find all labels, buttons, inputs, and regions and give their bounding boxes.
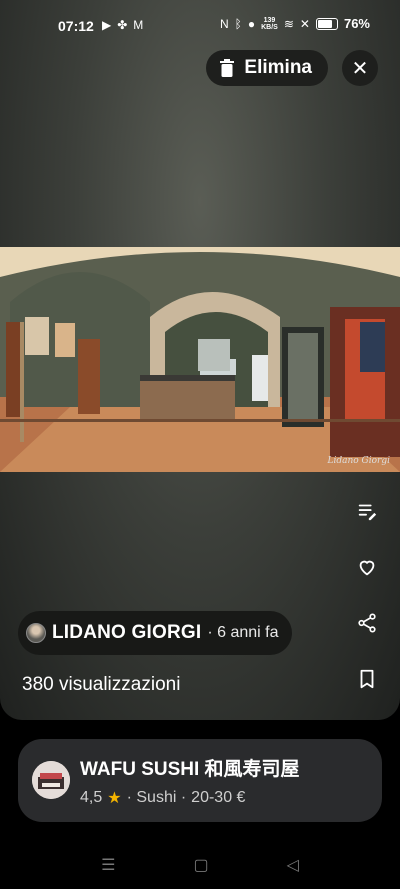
place-thumbnail: [32, 761, 70, 799]
youtube-icon: ▶: [102, 18, 112, 32]
view-count: 380 visualizzazioni: [22, 674, 181, 695]
battery-percent: 76%: [343, 16, 370, 31]
back-nav-icon[interactable]: ◁: [287, 855, 299, 875]
close-button[interactable]: ✕: [342, 50, 378, 86]
photo-viewer: 07:12 ▶ ✤ M N ᛒ ● 139 KB/S ≋ ✕ 76% Elimi…: [0, 0, 400, 720]
sim-icon: ✕: [299, 16, 310, 31]
menu-nav-icon[interactable]: ☰: [101, 855, 115, 875]
place-name: WAFU SUSHI 和風寿司屋: [80, 759, 300, 780]
nfc-icon: N: [219, 16, 229, 31]
trash-icon: [220, 59, 235, 77]
place-rating: 4,5: [80, 789, 103, 806]
delete-button[interactable]: Elimina: [206, 50, 328, 86]
author-name: LIDANO GIORGI: [52, 622, 202, 643]
delete-label: Elimina: [244, 57, 312, 78]
battery-icon: [315, 17, 338, 30]
wifi-icon: ≋: [283, 16, 294, 31]
system-nav-bar: ☰ ▢ ◁: [0, 845, 400, 885]
share-icon[interactable]: [356, 612, 378, 634]
location-icon: ●: [247, 16, 256, 31]
heart-icon[interactable]: [356, 556, 378, 578]
author-time: · 6 anni fa: [207, 624, 279, 641]
place-card[interactable]: WAFU SUSHI 和風寿司屋 4,5 ★ · Sushi · 20-30 €: [18, 739, 382, 822]
gmail-icon: M: [133, 18, 144, 32]
home-nav-icon[interactable]: ▢: [193, 855, 208, 875]
close-icon: ✕: [351, 57, 369, 80]
photo-credit: Lidano Giorgi: [327, 456, 391, 466]
bookmark-icon[interactable]: [356, 668, 378, 690]
place-price: 20-30 €: [191, 789, 246, 806]
place-category: · Sushi ·: [126, 789, 187, 806]
star-icon: ★: [107, 790, 122, 807]
restaurant-photo[interactable]: Lidano Giorgi: [0, 247, 400, 472]
fan-icon: ✤: [117, 18, 128, 32]
place-meta: 4,5 ★ · Sushi · 20-30 €: [80, 788, 245, 808]
status-bar: 07:12 ▶ ✤ M N ᛒ ● 139 KB/S ≋ ✕ 76%: [0, 0, 400, 50]
bluetooth-icon: ᛒ: [234, 16, 242, 31]
network-speed: 139 KB/S: [261, 16, 278, 31]
system-icons: N ᛒ ● 139 KB/S ≋ ✕ 76%: [220, 16, 370, 31]
edit-caption-icon[interactable]: [356, 500, 378, 522]
notification-icons: ▶ ✤ M: [102, 18, 143, 32]
side-actions: [356, 500, 378, 690]
photo-image: [0, 247, 400, 472]
author-chip[interactable]: LIDANO GIORGI · 6 anni fa: [18, 611, 293, 655]
top-actions: Elimina ✕: [206, 50, 378, 86]
avatar: [26, 623, 46, 643]
status-time: 07:12: [58, 18, 94, 34]
